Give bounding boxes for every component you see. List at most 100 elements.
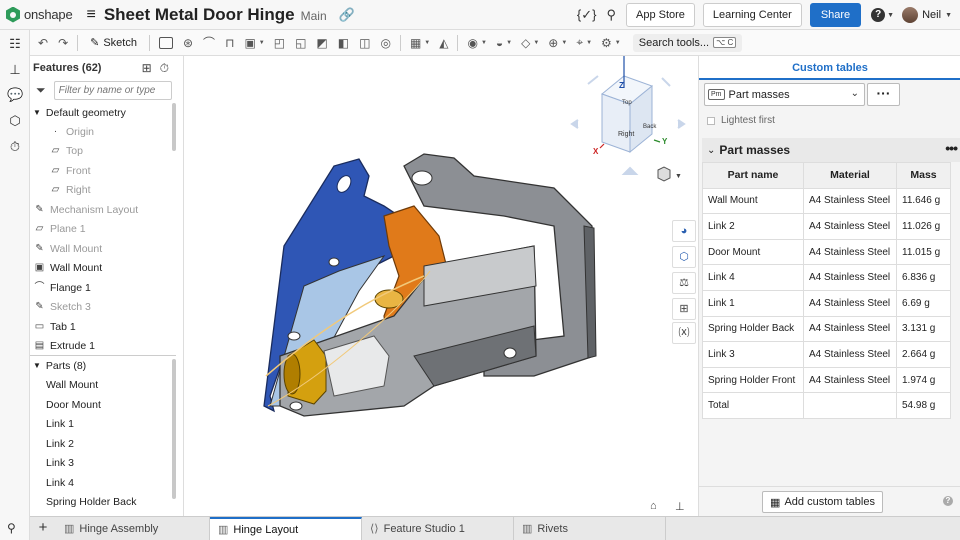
history-icon[interactable]: ⏱ <box>7 139 23 155</box>
parts-icon[interactable]: ⬡ <box>7 113 23 129</box>
form-icon[interactable]: ⊛ <box>183 36 193 50</box>
parts-list-item[interactable]: Link 2 <box>46 434 74 453</box>
chevron-down-icon[interactable]: ▼ <box>615 40 621 46</box>
section-more-icon[interactable]: ••• <box>945 140 958 156</box>
help-icon[interactable]: ? <box>871 8 886 22</box>
chevron-down-icon[interactable]: ▼ <box>887 12 894 19</box>
section-view-icon[interactable]: ⌂ <box>650 500 657 512</box>
joint-icon[interactable]: ◩ <box>316 36 327 50</box>
pattern-icon[interactable]: ▦ <box>410 36 421 50</box>
variable-icon[interactable]: {✓} <box>577 7 597 23</box>
measure-icon[interactable]: ⊞ <box>672 298 696 320</box>
column-header[interactable]: Part name <box>702 162 804 189</box>
tree-group-parts[interactable]: ▼ Parts (8) <box>33 356 86 375</box>
appearance-icon[interactable]: ◕ <box>672 220 696 242</box>
feature-scrollbar[interactable] <box>172 103 176 151</box>
rip-icon[interactable]: ◧ <box>338 36 349 50</box>
column-header[interactable]: Mass <box>896 162 951 189</box>
lightest-first-checkbox[interactable]: Lightest first <box>707 115 775 126</box>
parts-list-item[interactable]: Link 4 <box>46 473 74 492</box>
column-header[interactable]: Material <box>803 162 897 189</box>
filter-input[interactable] <box>53 81 172 100</box>
variable-table-icon[interactable]: ⒳ <box>672 322 696 344</box>
table-row[interactable]: Door Mount A4 Stainless Steel 11.015 g <box>702 238 951 266</box>
chevron-down-icon[interactable]: ▼ <box>945 12 952 19</box>
point-icon[interactable]: ⌖ <box>576 35 583 50</box>
redo-icon[interactable]: ↷ <box>58 36 68 50</box>
parts-list-item[interactable]: Spring Holder Back <box>46 492 136 511</box>
add-custom-tables-button[interactable]: ▦ Add custom tables <box>762 491 883 513</box>
checkbox-box[interactable] <box>707 116 715 125</box>
chevron-down-icon[interactable]: ▼ <box>259 40 265 46</box>
tree-item-top[interactable]: ▱ Top <box>50 141 83 160</box>
tree-item-origin[interactable]: · Origin <box>50 122 94 141</box>
mass-properties-icon[interactable]: ⚖ <box>672 272 696 294</box>
hem-icon[interactable]: ⊓ <box>225 36 234 50</box>
chevron-down-icon[interactable]: ⌄ <box>707 145 715 156</box>
share-button[interactable]: Share <box>809 3 862 27</box>
chevron-down-icon[interactable]: ▼ <box>561 40 567 46</box>
chevron-down-icon[interactable]: ▼ <box>33 108 41 117</box>
chevron-down-icon[interactable]: ▼ <box>533 40 539 46</box>
tree-item-feature[interactable]: ⌒ Flange 1 <box>34 278 91 297</box>
tree-item-feature[interactable]: ✎ Sketch 3 <box>34 297 91 316</box>
table-row[interactable]: Spring Holder Front A4 Stainless Steel 1.9… <box>702 366 951 394</box>
parts-appearance-icon[interactable]: ⬡ <box>672 246 696 268</box>
menu-icon[interactable]: ≡ <box>86 6 95 24</box>
help-icon[interactable]: ? <box>943 496 953 506</box>
chevron-down-icon[interactable]: ▼ <box>506 40 512 46</box>
unfold-icon[interactable]: ◎ <box>380 36 390 50</box>
boolean-icon[interactable]: ◉ <box>467 36 477 50</box>
table-select[interactable]: Pm Part masses ⌄ <box>704 83 865 106</box>
bend-icon[interactable]: ◫ <box>359 36 370 50</box>
plane-icon[interactable]: ◇ <box>521 36 530 50</box>
user-name[interactable]: Neil <box>922 9 941 21</box>
table-row[interactable]: Spring Holder Back A4 Stainless Steel 3.13… <box>702 315 951 343</box>
parts-list-item[interactable]: Wall Mount <box>46 375 98 394</box>
chevron-down-icon[interactable]: ▼ <box>586 40 592 46</box>
table-row[interactable]: Link 4 A4 Stainless Steel 6.836 g <box>702 264 951 291</box>
flange-icon[interactable]: ⌒ <box>203 34 215 51</box>
measure-ruler-icon[interactable]: ⊥ <box>675 500 685 513</box>
view-mode-icon[interactable]: ▼ <box>657 166 682 182</box>
table-row[interactable]: Link 1 A4 Stainless Steel 6.69 g <box>702 289 951 317</box>
tree-item-feature[interactable]: ▱ Plane 1 <box>34 219 86 238</box>
tab-hinge-layout[interactable]: ▥ Hinge Layout <box>210 517 362 540</box>
chevron-down-icon[interactable]: ▼ <box>424 40 430 46</box>
app-store-button[interactable]: App Store <box>626 3 695 27</box>
feature-list-icon[interactable]: ☷ <box>7 36 23 52</box>
parts-scrollbar[interactable] <box>172 359 176 499</box>
table-row[interactable]: Link 2 A4 Stainless Steel 11.026 g <box>702 213 951 240</box>
tree-item-feature[interactable]: ▣ Wall Mount <box>34 258 102 277</box>
insert-icon[interactable]: ⊥ <box>7 62 23 78</box>
tree-item-right[interactable]: ▱ Right <box>50 180 91 199</box>
add-folder-icon[interactable]: ⊞ <box>142 61 152 75</box>
split-icon[interactable]: ◒ <box>496 36 503 50</box>
search-tools-button[interactable]: Search tools... ⌥ C <box>632 33 743 52</box>
view-cube[interactable]: Right Back Top Z X Y <box>570 56 686 175</box>
chevron-down-icon[interactable]: ▼ <box>33 361 41 370</box>
tab-icon[interactable]: ▣ <box>244 36 255 50</box>
tab-rivets[interactable]: ▥ Rivets <box>514 517 666 540</box>
mate-connector-icon[interactable]: ⊕ <box>548 36 558 50</box>
onshape-logo[interactable]: onshape <box>6 6 73 23</box>
tab-feature-studio-1[interactable]: ⟨⟩ Feature Studio 1 <box>362 517 514 540</box>
avatar[interactable] <box>902 7 919 23</box>
comments-icon[interactable]: 💬 <box>7 87 23 103</box>
link-icon[interactable]: 🔗 <box>339 7 355 23</box>
mirror-icon[interactable]: ◭ <box>439 36 448 50</box>
tree-item-front[interactable]: ▱ Front <box>50 161 91 180</box>
table-row[interactable]: Wall Mount A4 Stainless Steel 11.646 g <box>702 187 951 215</box>
branch-label[interactable]: Main <box>301 9 327 23</box>
more-options-button[interactable]: ··· <box>867 83 900 106</box>
table-row[interactable]: Link 3 A4 Stainless Steel 2.664 g <box>702 341 951 368</box>
learning-center-button[interactable]: Learning Center <box>702 3 802 27</box>
add-tab-icon[interactable]: + <box>30 517 56 540</box>
table-section-header[interactable]: ⌄ Part masses ••• <box>702 138 960 162</box>
hinge-model[interactable]: Right Back Top Z X Y ▼ <box>184 56 698 516</box>
search-icon[interactable]: ⚲ <box>7 521 16 535</box>
graphics-viewport[interactable]: Right Back Top Z X Y ▼ ◕ ⬡ ⚖ ⊞ ⒳ ⌂ ⊥ <box>184 56 698 516</box>
sketch-button[interactable]: ✎ Sketch <box>90 36 137 50</box>
rollback-timer-icon[interactable]: ⏱ <box>160 61 169 75</box>
search-icon[interactable]: ⚲ <box>606 7 616 23</box>
